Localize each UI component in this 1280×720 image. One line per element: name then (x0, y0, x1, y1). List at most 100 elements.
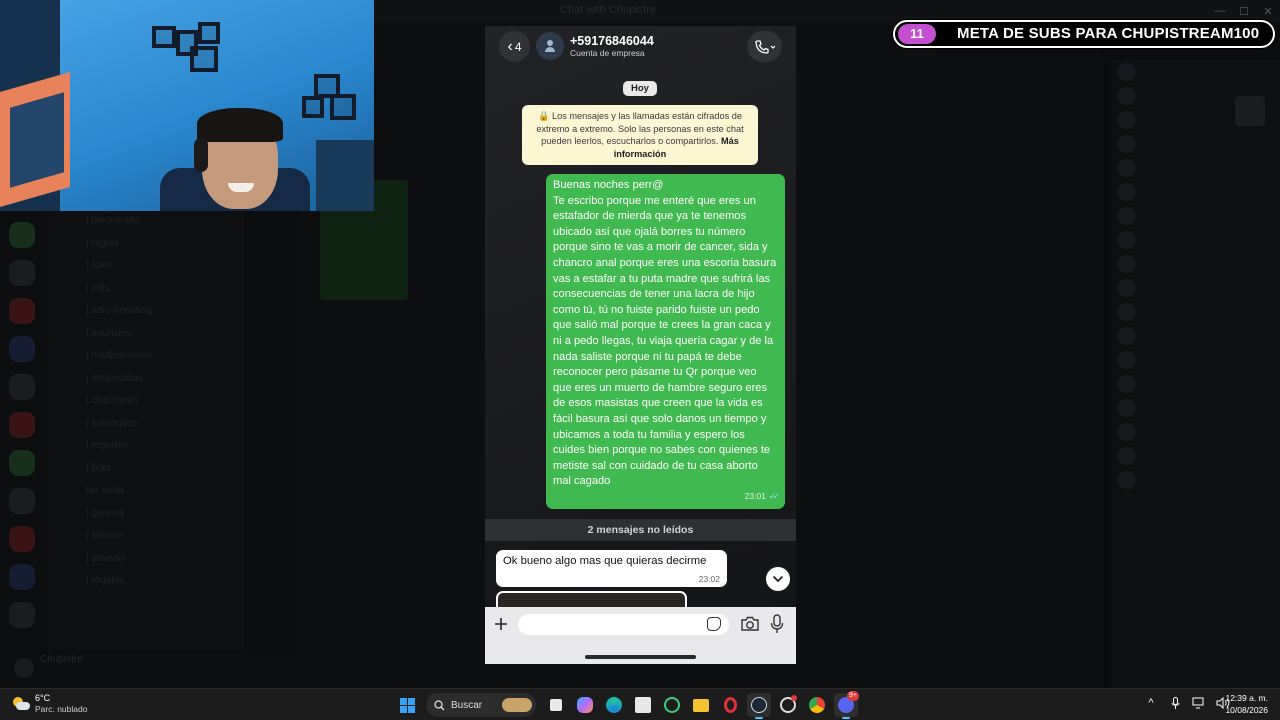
server-icon[interactable] (9, 222, 35, 248)
member-item[interactable] (1110, 324, 1280, 348)
member-item[interactable] (1110, 156, 1280, 180)
member-item[interactable] (1110, 420, 1280, 444)
server-icon[interactable] (9, 298, 35, 324)
avatar[interactable] (14, 658, 34, 678)
outgoing-message[interactable]: Buenas noches perr@ Te escribo porque me… (546, 174, 785, 509)
member-item[interactable] (1110, 300, 1280, 324)
search-highlight-icon (502, 698, 532, 712)
back-button[interactable]: ‹ 4 (499, 31, 530, 62)
copilot-button[interactable] (573, 693, 597, 717)
streamer-hair (197, 108, 283, 142)
microphone-icon[interactable] (1168, 696, 1182, 710)
channel-item[interactable]: | links (44, 458, 244, 481)
call-button[interactable] (747, 31, 782, 62)
taskbar-search[interactable]: Buscar (426, 693, 536, 717)
file-explorer-button[interactable] (689, 693, 713, 717)
channel-item[interactable]: | general (44, 503, 244, 526)
chrome-button[interactable] (805, 693, 829, 717)
server-icon[interactable] (9, 260, 35, 286)
server-icon[interactable] (9, 564, 35, 590)
partly-cloudy-icon (12, 696, 30, 712)
microphone-icon[interactable] (769, 613, 785, 635)
server-icon[interactable] (9, 526, 35, 552)
store-icon (635, 697, 651, 713)
weather-widget[interactable]: 6°C Parc. nublado (12, 693, 87, 715)
channel-item[interactable]: | comandos (44, 413, 244, 436)
member-item[interactable] (1110, 228, 1280, 252)
channel-item[interactable]: | anuncios (44, 323, 244, 346)
channel-item[interactable]: | regalos (44, 570, 244, 593)
channel-item[interactable]: | chisme (44, 525, 244, 548)
discord-button[interactable]: 9+ (834, 691, 859, 719)
member-item[interactable] (1110, 276, 1280, 300)
member-item[interactable] (1110, 444, 1280, 468)
message-time: 23:02 (698, 574, 720, 584)
member-item[interactable] (1110, 180, 1280, 204)
channel-item[interactable]: | reportes (44, 435, 244, 458)
encryption-notice-text: 🔒 Los mensajes y las llamadas están cifr… (536, 111, 744, 146)
clock[interactable]: 12:39 a. m. 10/08/2026 (1225, 692, 1268, 716)
server-icon[interactable] (9, 336, 35, 362)
task-view-button[interactable] (544, 693, 568, 717)
chat-header: ‹ 4 +59176846044 Cuenta de empresa (485, 26, 796, 70)
attach-button[interactable] (491, 613, 511, 635)
server-icon[interactable] (9, 412, 35, 438)
sticker-icon[interactable] (707, 617, 721, 631)
chevron-up-icon[interactable]: ^ (1144, 696, 1158, 710)
app-icon (664, 697, 680, 713)
opera-button[interactable] (718, 693, 742, 717)
member-item[interactable] (1110, 372, 1280, 396)
message-meta: 23:01 ✓✓ (744, 489, 780, 505)
chrome-icon (809, 697, 825, 713)
steam-button[interactable] (747, 693, 771, 719)
home-indicator (585, 655, 696, 659)
channel-item[interactable]: | notificaciones (44, 345, 244, 368)
store-button[interactable] (631, 693, 655, 717)
minimize-button[interactable]: — (1208, 0, 1232, 22)
message-input[interactable] (518, 614, 729, 635)
chevron-down-icon (772, 575, 784, 583)
phone-icon (754, 39, 775, 54)
channel-item[interactable]: | rolls (44, 278, 244, 301)
channel-item[interactable]: las salas (44, 480, 244, 503)
channel-item[interactable]: | nitro-boosting (44, 300, 244, 323)
server-icon[interactable] (9, 374, 35, 400)
member-item[interactable] (1110, 396, 1280, 420)
camera-icon[interactable] (740, 615, 760, 633)
clock-time: 12:39 a. m. (1225, 693, 1268, 703)
channel-item[interactable]: | roles (44, 255, 244, 278)
channel-item[interactable]: | privado (44, 548, 244, 571)
close-button[interactable]: ✕ (1256, 0, 1280, 22)
contact-number[interactable]: +59176846044 (570, 34, 654, 48)
app-button[interactable] (776, 693, 800, 717)
server-icon[interactable] (9, 488, 35, 514)
webcam-plant (316, 140, 374, 211)
member-item[interactable] (1110, 132, 1280, 156)
wall-frame (198, 22, 220, 44)
start-button[interactable] (395, 693, 419, 717)
app-button[interactable] (660, 693, 684, 717)
server-icon[interactable] (9, 450, 35, 476)
encryption-notice[interactable]: 🔒 Los mensajes y las llamadas están cifr… (522, 105, 758, 165)
member-item[interactable] (1110, 204, 1280, 228)
member-item[interactable] (1110, 348, 1280, 372)
channel-item[interactable]: | reglas (44, 233, 244, 256)
server-icon[interactable] (9, 602, 35, 628)
scroll-to-bottom-button[interactable] (766, 567, 790, 591)
channel-item[interactable]: | bienvenido (44, 210, 244, 233)
contact-avatar[interactable] (536, 32, 564, 60)
channel-item[interactable]: | chat-mods (44, 390, 244, 413)
user-name: Chupistre (40, 654, 83, 665)
sub-goal-text: META DE SUBS PARA CHUPISTREAM100 (957, 25, 1260, 42)
member-item[interactable] (1110, 252, 1280, 276)
edge-button[interactable] (602, 693, 626, 717)
maximize-button[interactable]: ☐ (1232, 0, 1256, 22)
network-icon[interactable] (1192, 696, 1206, 710)
taskbar-apps: Buscar 9+ (395, 691, 863, 719)
incoming-message[interactable]: Ok bueno algo mas que quieras decirme 23… (496, 550, 727, 587)
message-time: 23:01 (744, 491, 766, 502)
member-item[interactable] (1110, 468, 1280, 492)
member-item[interactable] (1110, 60, 1280, 84)
channel-item[interactable]: | despedidas (44, 368, 244, 391)
wall-frame (152, 26, 176, 48)
